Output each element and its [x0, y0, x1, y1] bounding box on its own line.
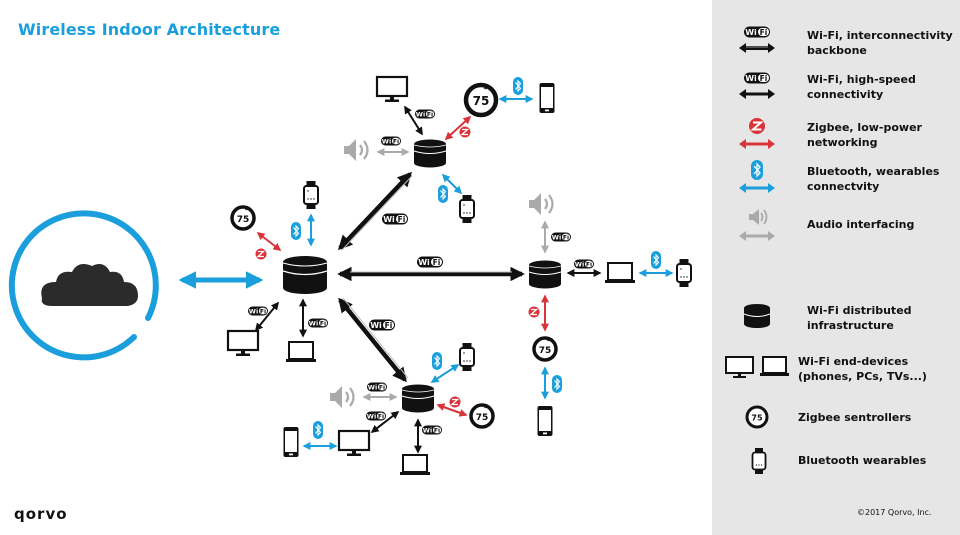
wifi-node-icon — [401, 384, 435, 413]
bluetooth-icon — [431, 351, 443, 371]
thermostat-top — [466, 85, 496, 115]
wifi-badge-icon — [366, 411, 386, 421]
bluetooth-icon — [739, 160, 775, 193]
smartwatch-icon — [751, 448, 767, 474]
legend-label: Bluetooth, wearables connectvity — [807, 165, 940, 193]
wifi-badge-icon — [248, 306, 268, 316]
qorvo-logo: qorvo — [14, 505, 68, 523]
wifi-node-top — [413, 139, 447, 168]
zigbee-icon — [254, 247, 268, 261]
end-devices-icon — [725, 356, 789, 378]
tv-top — [375, 75, 409, 104]
phone-top — [539, 83, 555, 113]
svg-text:75: 75 — [751, 414, 763, 423]
wifi-highspeed-icon: Wi Fi — [739, 72, 775, 99]
svg-text:Wi: Wi — [745, 28, 757, 37]
legend-label: Audio interfacing — [807, 218, 915, 231]
tv-bottom — [337, 429, 371, 458]
thermostat-main — [230, 205, 256, 231]
wifi-badge-icon — [551, 232, 571, 242]
laptop-bottom — [399, 454, 431, 476]
bluetooth-icon — [650, 250, 662, 270]
svg-text:Wi: Wi — [745, 74, 757, 83]
bluetooth-icon — [290, 221, 302, 241]
backbone-links — [337, 171, 525, 383]
wifi-node-icon — [528, 260, 562, 289]
speaker-bottom — [328, 384, 355, 410]
architecture-diagram: 75 75 Wi Fi Wi Fi — [8, 75, 692, 476]
wifi-badge-icon — [381, 136, 401, 146]
thermostat-icon: 75 — [745, 405, 769, 429]
wifi-node-icon — [743, 304, 771, 328]
svg-text:Fi: Fi — [760, 28, 768, 37]
legend-panel: Wi Fi Wi-Fi, interconnectivity backbone W… — [712, 0, 960, 535]
wifi-node-main — [282, 255, 328, 295]
wifi-link-arrow — [341, 175, 413, 251]
zigbee-icon — [739, 118, 775, 149]
wifi-node-bottom — [401, 384, 435, 413]
bluetooth-icon — [312, 420, 324, 440]
wifi-backbone-icon: Wi Fi — [739, 26, 775, 53]
wifi-node-icon — [413, 139, 447, 168]
speaker-top — [342, 137, 369, 163]
svg-text:Fi: Fi — [760, 74, 768, 83]
laptop-right — [604, 262, 636, 284]
backbone-main-top — [338, 171, 412, 251]
bluetooth-icon — [551, 374, 563, 394]
legend-label: Zigbee sentrollers — [798, 411, 912, 424]
wifi-badge-icon — [308, 318, 328, 328]
tv-main — [226, 329, 260, 358]
backbone-main-bottom — [338, 297, 407, 383]
speaker-right — [527, 191, 554, 217]
wifi-badge-icon — [382, 213, 408, 225]
watch-main — [303, 180, 319, 210]
thermostat-right — [532, 336, 558, 362]
legend-label: Zigbee, low-power networking — [807, 121, 922, 149]
cloud-group — [8, 210, 159, 361]
laptop-main — [285, 341, 317, 363]
watch-top — [459, 194, 475, 224]
audio-icon — [739, 209, 775, 241]
copyright-text: ©2017 Qorvo, Inc. — [857, 508, 932, 517]
phone-right — [537, 406, 553, 436]
legend-label: Wi-Fi distributed infrastructure — [807, 304, 912, 332]
wifi-node-icon — [282, 255, 328, 295]
wifi-node-right — [528, 260, 562, 289]
wifi-badge-icon — [574, 259, 594, 269]
zigbee-link-arrow — [256, 232, 282, 251]
wifi-badge-icon — [422, 425, 442, 435]
legend-label: Bluetooth wearables — [798, 454, 927, 467]
phone-bottom — [283, 427, 299, 457]
wifi-badge-icon — [367, 382, 387, 392]
zigbee-icon — [448, 395, 462, 409]
watch-bottom — [459, 342, 475, 372]
wifi-link-arrow — [342, 297, 409, 379]
wifi-badge-icon — [415, 109, 435, 119]
bluetooth-icon — [437, 184, 449, 204]
legend-label: Wi-Fi end-devices (phones, PCs, TVs...) — [798, 355, 927, 383]
wifi-badge-icon — [417, 256, 443, 268]
zigbee-icon — [527, 305, 541, 319]
legend-label: Wi-Fi, high-speed connectivity — [807, 73, 916, 101]
zigbee-icon — [458, 125, 472, 139]
legend-label: Wi-Fi, interconnectivity backbone — [807, 29, 953, 57]
bluetooth-icon — [512, 76, 524, 96]
thermostat-bottom — [469, 403, 495, 429]
cloud-icon — [41, 264, 138, 306]
wifi-badge-icon — [369, 319, 395, 331]
watch-right — [676, 258, 692, 288]
